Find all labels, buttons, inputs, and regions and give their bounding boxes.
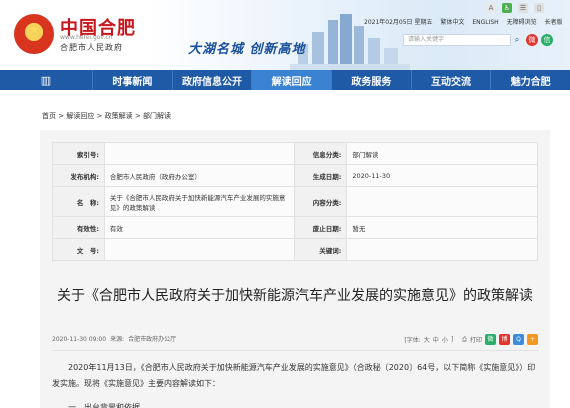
meta-value-index — [103, 142, 296, 165]
link-traditional-chinese[interactable]: 繁体中文 — [440, 19, 464, 26]
breadcrumb-home[interactable]: 首页 — [42, 112, 56, 120]
header-slogan: 大湖名城 创新高地 — [188, 42, 306, 57]
meta-value-gen-date: 2020-11-30 — [346, 164, 538, 187]
meta-value-keywords — [346, 238, 538, 261]
meta-label-doc-no: 文 号: — [52, 238, 105, 261]
site-logo-subtitle: 合肥市人民政府 — [60, 43, 123, 52]
meta-value-validity: 有效 — [103, 216, 296, 239]
article-next-heading: 一、出台背景和依据 — [68, 403, 140, 408]
share-qq-icon[interactable]: Q — [513, 334, 524, 345]
meta-label-abolish: 废止日期: — [294, 216, 348, 239]
article-source: 合肥市政府办公厅 — [128, 336, 177, 343]
meta-value-abolish: 暂无 — [346, 216, 538, 239]
article-source-label: 来源: — [110, 336, 125, 343]
document-meta-table: 索引号: 信息分类: 部门解读 发布机构: 合肥市人民政府（政府办公室） 生成日… — [52, 142, 538, 261]
meta-label-index: 索引号: — [52, 142, 105, 165]
article-datetime: 2020-11-30 09:00 — [52, 336, 107, 343]
home-icon[interactable]: ▥ — [0, 70, 92, 90]
share-weibo-icon[interactable]: 博 — [499, 334, 510, 345]
print-icon[interactable]: ⎙ — [462, 336, 467, 344]
breadcrumb-interpretation[interactable]: 解读回应 — [66, 112, 94, 120]
font-size-close: ] — [450, 336, 454, 343]
meta-label-gen-date: 生成日期: — [294, 164, 348, 187]
font-size-large[interactable]: 大 — [424, 335, 430, 344]
link-english[interactable]: ENGLISH — [472, 19, 498, 26]
site-header: ★ 中国合肥 www.hefei.gov.cn 合肥市人民政府 大湖名城 创新高… — [0, 0, 570, 70]
table-row: 发布机构: 合肥市人民政府（政府办公室） 生成日期: 2020-11-30 — [52, 164, 538, 187]
national-emblem-icon[interactable]: ★ — [14, 14, 54, 54]
article-info-bar: 2020-11-30 09:00 来源: 合肥市政府办公厅 [字体: 大 中 小 ]… — [52, 334, 538, 348]
weibo-icon[interactable]: 微 — [526, 34, 538, 46]
article-title: 关于《合肥市人民政府关于加快新能源汽车产业发展的实施意见》的政策解读 — [57, 288, 533, 304]
search-input[interactable]: 请输入关键字 — [403, 34, 511, 46]
font-size-medium[interactable]: 中 — [433, 335, 439, 344]
nav-item-gov-info[interactable]: 政府信息公开 — [171, 70, 252, 90]
meta-label-keywords: 关键词: — [294, 238, 348, 261]
top-shortcut-icons: A ♿ ☰ ▯ — [486, 3, 544, 13]
table-row: 文 号: 关键词: — [52, 238, 538, 261]
meta-label-name: 名 称: — [52, 186, 105, 217]
meta-value-topic — [346, 186, 538, 217]
link-accessibility[interactable]: 无障碍浏览 — [507, 19, 537, 26]
table-row: 名 称: 关于《合肥市人民政府关于加快新能源汽车产业发展的实施意见》的政策解读 … — [52, 186, 538, 217]
site-logo-url: www.hefei.gov.cn — [60, 34, 113, 41]
meta-value-doc-no — [103, 238, 296, 261]
mobile-icon[interactable]: ▯ — [534, 3, 544, 13]
article-tools: [字体: 大 中 小 ] ⎙ 打印 微 博 Q + — [404, 334, 538, 345]
nav-item-services[interactable]: 政务服务 — [331, 70, 411, 90]
meta-value-name: 关于《合肥市人民政府关于加快新能源汽车产业发展的实施意见》的政策解读 — [103, 186, 296, 217]
meta-label-publisher: 发布机构: — [52, 164, 105, 187]
table-row: 索引号: 信息分类: 部门解读 — [52, 142, 538, 165]
accessibility-icon[interactable]: ♿ — [502, 3, 512, 13]
nav-item-news[interactable]: 时事新闻 — [92, 70, 172, 90]
print-button[interactable]: 打印 — [470, 335, 482, 344]
wechat-icon[interactable]: 信 — [541, 34, 553, 46]
table-row: 有效性: 有效 废止日期: 暂无 — [52, 216, 538, 239]
meta-label-topic: 内容分类: — [294, 186, 348, 217]
meta-label-category: 信息分类: — [294, 142, 348, 165]
social-links: 微 信 — [526, 34, 553, 46]
breadcrumb: 首页 > 解读回应 > 政策解读 > 部门解读 — [42, 112, 171, 120]
current-date: 2021年02月05日 星期五 — [364, 19, 433, 26]
divider — [52, 350, 538, 351]
meta-label-validity: 有效性: — [52, 216, 105, 239]
reading-icon[interactable]: ☰ — [518, 3, 528, 13]
nav-item-interaction[interactable]: 互动交流 — [410, 70, 491, 90]
breadcrumb-department[interactable]: 部门解读 — [143, 112, 171, 120]
nav-item-interpretation[interactable]: 解读回应 — [251, 70, 332, 90]
share-wechat-icon[interactable]: 微 — [485, 334, 496, 345]
share-more-icon[interactable]: + — [527, 334, 538, 345]
article-body-paragraph: 2020年11月13日，《合肥市人民政府关于加快新能源汽车产业发展的实施意见》（… — [52, 363, 536, 388]
font-size-icon[interactable]: A — [486, 3, 496, 13]
top-utility-bar: 2021年02月05日 星期五 繁体中文 ENGLISH 无障碍浏览 长者版 — [364, 17, 569, 26]
meta-value-publisher: 合肥市人民政府（政府办公室） — [103, 164, 296, 187]
font-size-small[interactable]: 小 — [442, 335, 448, 344]
link-elderly-version[interactable]: 长者版 — [545, 19, 563, 26]
nav-item-charm-hefei[interactable]: 魅力合肥 — [490, 70, 570, 90]
search-icon[interactable]: ⌕ — [511, 34, 523, 46]
main-nav: ▥ 时事新闻 政府信息公开 解读回应 政务服务 互动交流 魅力合肥 — [0, 70, 570, 90]
font-size-label: [字体: — [404, 337, 421, 344]
breadcrumb-policy[interactable]: 政策解读 — [105, 112, 133, 120]
meta-value-category: 部门解读 — [346, 142, 538, 165]
